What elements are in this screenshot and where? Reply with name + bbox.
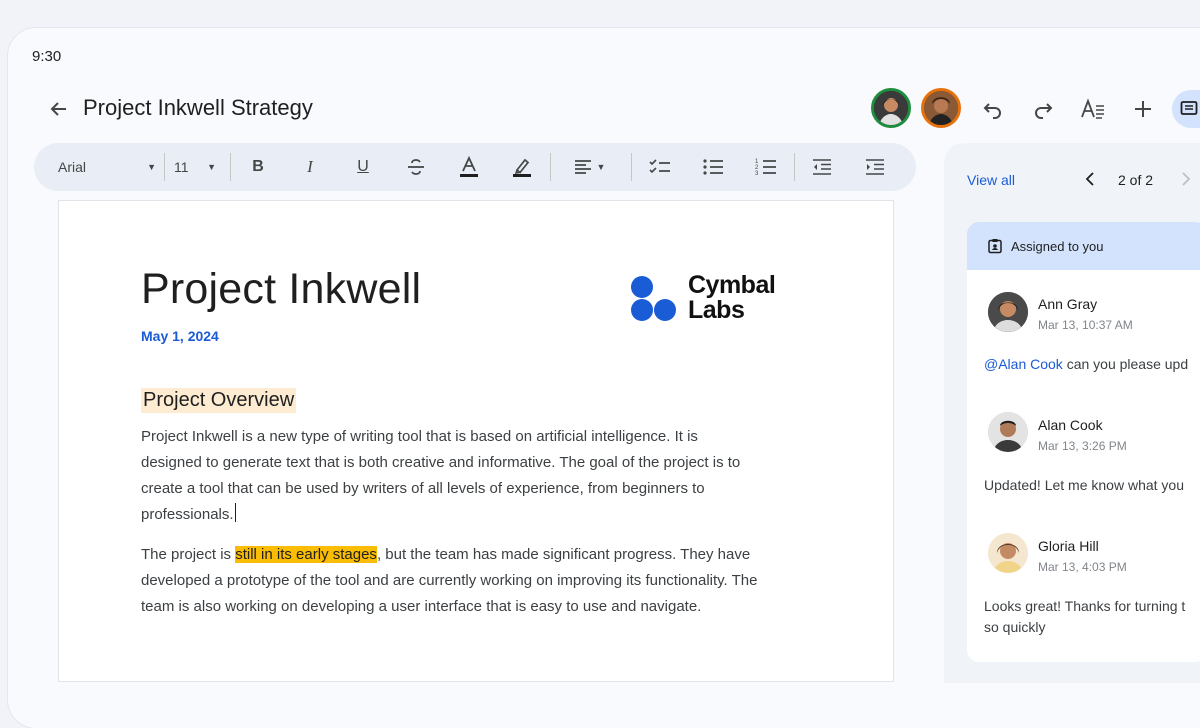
font-size-value: 11 xyxy=(174,159,189,175)
text-line: developed a prototype of the tool and ar… xyxy=(141,572,758,589)
align-icon xyxy=(574,160,591,174)
undo-icon xyxy=(983,103,1001,119)
assigned-banner: Assigned to you xyxy=(967,222,1200,270)
bold-button[interactable]: B xyxy=(242,143,274,191)
increase-indent-icon xyxy=(866,159,884,175)
checklist-button[interactable] xyxy=(644,143,676,191)
formatting-toolbar: Arial ▼ 11 ▼ B I U ▼ 123 xyxy=(34,143,916,191)
highlighted-text[interactable]: still in its early stages xyxy=(235,546,377,563)
text-cursor xyxy=(234,503,237,522)
text-color-icon xyxy=(460,156,478,177)
chevron-down-icon: ▼ xyxy=(596,162,606,172)
numbered-list-icon: 123 xyxy=(755,159,776,177)
underline-icon: U xyxy=(357,158,369,175)
comment-author: Alan Cook xyxy=(1038,417,1103,433)
undo-button[interactable] xyxy=(976,92,1010,126)
comment-timestamp: Mar 13, 3:26 PM xyxy=(1038,439,1127,453)
previous-comment-button[interactable] xyxy=(1080,168,1100,190)
redo-icon xyxy=(1035,103,1053,119)
section-heading[interactable]: Project Overview xyxy=(141,388,297,413)
comment-pager: 2 of 2 xyxy=(1118,172,1154,188)
text-line: The project is still in its early stages… xyxy=(141,546,751,563)
cymbal-labs-logo: Cymbal Labs xyxy=(630,271,800,331)
document-date[interactable]: May 1, 2024 xyxy=(141,328,219,344)
toolbar-divider xyxy=(164,153,165,181)
highlight-icon xyxy=(513,158,531,177)
strikethrough-button[interactable] xyxy=(400,143,432,191)
comments-icon xyxy=(1180,101,1198,115)
chevron-right-icon xyxy=(1182,172,1191,186)
assignment-icon xyxy=(988,239,1002,254)
add-button[interactable] xyxy=(1126,92,1160,126)
avatar xyxy=(988,533,1028,573)
decrease-indent-icon xyxy=(813,159,831,175)
font-size-dropdown[interactable]: 11 ▼ xyxy=(174,143,216,191)
comment-text: Updated! Let me know what you xyxy=(984,477,1185,493)
toolbar-divider xyxy=(230,153,231,181)
comment-author: Ann Gray xyxy=(1038,296,1098,312)
collaborator-avatar[interactable] xyxy=(871,88,911,128)
chevron-down-icon: ▼ xyxy=(207,162,216,172)
font-dropdown-icon: ▼ xyxy=(147,162,156,172)
text-line: create a tool that can be used by writer… xyxy=(141,480,705,497)
increase-indent-button[interactable] xyxy=(859,143,891,191)
bulleted-list-button[interactable] xyxy=(697,143,729,191)
document-title[interactable]: Project Inkwell Strategy xyxy=(83,95,313,121)
bulleted-list-icon xyxy=(703,159,723,175)
assigned-label: Assigned to you xyxy=(1011,238,1104,254)
cymbal-logo-icon xyxy=(631,276,676,321)
comment-text: Looks great! Thanks for turning t so qui… xyxy=(984,598,1186,635)
toolbar-divider xyxy=(631,153,632,181)
italic-button[interactable]: I xyxy=(294,143,326,191)
text-color-button[interactable] xyxy=(453,143,485,191)
text-format-icon xyxy=(1081,98,1104,119)
text-line: Project Inkwell is a new type of writing… xyxy=(141,428,698,445)
comment-text: @Alan Cook can you please upd xyxy=(984,356,1189,372)
text-format-button[interactable] xyxy=(1076,92,1110,126)
underline-button[interactable]: U xyxy=(347,143,379,191)
toolbar-divider xyxy=(550,153,551,181)
decrease-indent-button[interactable] xyxy=(806,143,838,191)
italic-icon: I xyxy=(307,157,313,176)
mention-link[interactable]: @Alan Cook xyxy=(984,356,1063,372)
collaborator-avatar[interactable] xyxy=(921,88,961,128)
paragraph-progress[interactable]: The project is still in its early stages… xyxy=(141,542,821,620)
text-line: designed to generate text that is both c… xyxy=(141,454,741,471)
bold-icon: B xyxy=(252,158,264,175)
back-arrow-icon xyxy=(50,102,66,116)
toolbar-divider xyxy=(794,153,795,181)
back-button[interactable] xyxy=(42,92,76,126)
font-family-dropdown[interactable]: Arial ▼ xyxy=(58,143,156,191)
text-line: professionals. xyxy=(141,502,821,528)
text-line: team is also working on developing a use… xyxy=(141,598,702,615)
chevron-left-icon xyxy=(1085,172,1094,186)
numbered-list-button[interactable]: 123 xyxy=(750,143,782,191)
checklist-icon xyxy=(649,159,670,174)
highlight-color-button[interactable] xyxy=(506,143,538,191)
align-dropdown[interactable]: ▼ xyxy=(564,143,614,191)
paragraph-overview[interactable]: Project Inkwell is a new type of writing… xyxy=(141,424,821,528)
comment-timestamp: Mar 13, 10:37 AM xyxy=(1038,318,1133,332)
avatar xyxy=(988,292,1028,332)
logo-wordmark: Cymbal Labs xyxy=(688,271,776,324)
add-icon xyxy=(1135,101,1151,117)
status-time: 9:30 xyxy=(32,48,62,65)
document-heading[interactable]: Project Inkwell xyxy=(141,265,421,314)
strikethrough-icon xyxy=(408,159,424,175)
svg-text:3: 3 xyxy=(755,171,759,177)
font-family-value: Arial xyxy=(58,159,87,175)
view-all-link[interactable]: View all xyxy=(967,172,1015,188)
comment-author: Gloria Hill xyxy=(1038,538,1099,554)
comment-timestamp: Mar 13, 4:03 PM xyxy=(1038,560,1127,574)
avatar xyxy=(988,412,1028,452)
comment-thread-card[interactable]: Assigned to you Ann Gray Mar 13, 10:37 A… xyxy=(967,222,1200,662)
redo-button[interactable] xyxy=(1026,92,1060,126)
next-comment-button[interactable] xyxy=(1176,168,1196,190)
